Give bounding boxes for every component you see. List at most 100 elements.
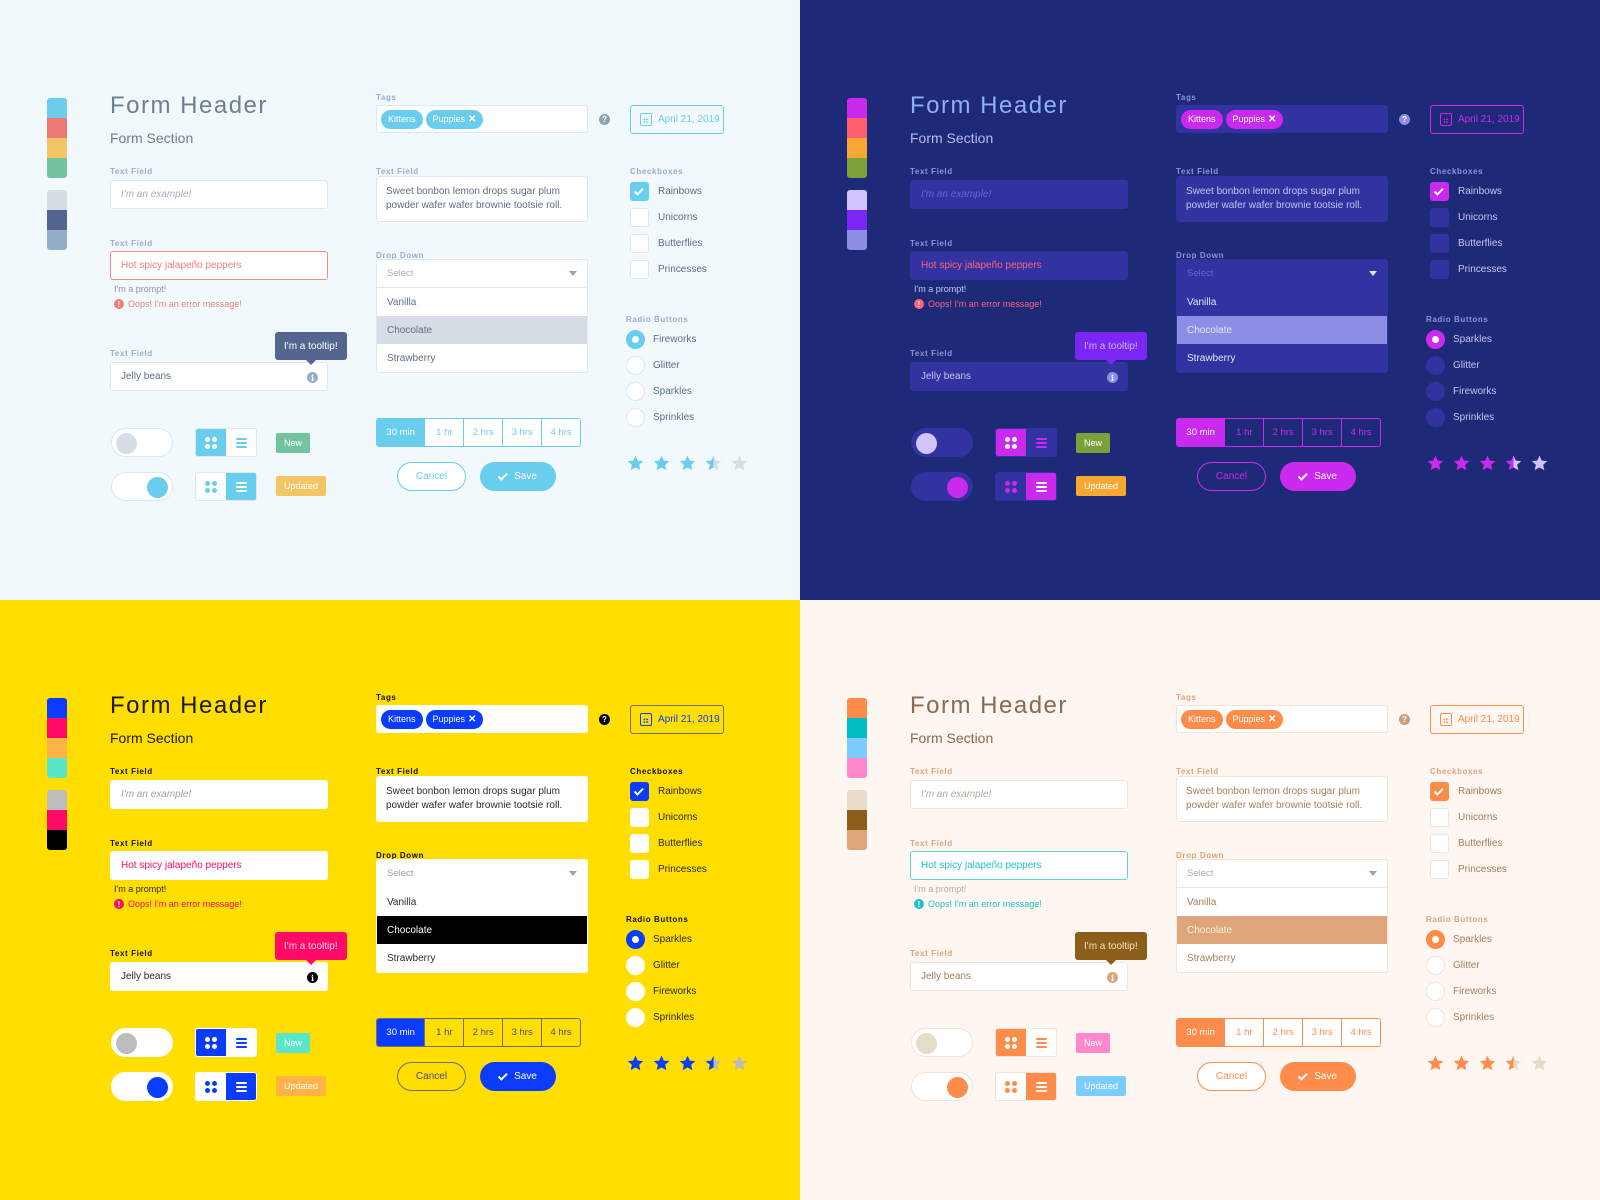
radio-item[interactable]: Glitter bbox=[1426, 956, 1480, 975]
help-icon[interactable]: ? bbox=[1399, 114, 1410, 125]
star-icon[interactable] bbox=[730, 1054, 749, 1073]
dropdown-option[interactable]: Chocolate bbox=[377, 916, 587, 944]
date-picker[interactable]: April 21, 2019 bbox=[630, 705, 724, 734]
grid-view-button[interactable] bbox=[196, 1073, 226, 1100]
star-icon[interactable] bbox=[1478, 1054, 1497, 1073]
radio-button[interactable] bbox=[1426, 1008, 1445, 1027]
duration-option[interactable]: 2 hrs bbox=[1263, 419, 1302, 446]
tag-chip[interactable]: Kittens bbox=[381, 709, 423, 729]
grid-view-button[interactable] bbox=[196, 473, 226, 500]
error-text-input[interactable]: Hot spicy jalapeño peppers bbox=[910, 251, 1128, 280]
duration-option[interactable]: 2 hrs bbox=[463, 419, 503, 446]
radio-button[interactable] bbox=[626, 930, 645, 949]
remove-tag-icon[interactable]: ✕ bbox=[468, 114, 476, 125]
checkbox[interactable] bbox=[630, 182, 649, 201]
checkbox-item[interactable]: Rainbows bbox=[1430, 182, 1502, 201]
star-icon[interactable] bbox=[704, 1054, 723, 1073]
grid-view-button[interactable] bbox=[196, 429, 226, 456]
date-picker[interactable]: April 21, 2019 bbox=[1430, 105, 1524, 134]
radio-item[interactable]: Sprinkles bbox=[1426, 1008, 1494, 1027]
cancel-button[interactable]: Cancel bbox=[1197, 1062, 1266, 1091]
checkbox-item[interactable]: Unicorns bbox=[630, 808, 697, 827]
toggle-off[interactable] bbox=[911, 428, 973, 457]
info-icon[interactable]: i bbox=[307, 972, 318, 983]
checkbox[interactable] bbox=[1430, 208, 1449, 227]
remove-tag-icon[interactable]: ✕ bbox=[1268, 114, 1276, 125]
duration-option[interactable]: 4 hrs bbox=[541, 419, 580, 446]
tags-input[interactable]: Kittens Puppies ✕ bbox=[376, 105, 588, 133]
star-icon[interactable] bbox=[1426, 454, 1445, 473]
cancel-button[interactable]: Cancel bbox=[397, 462, 466, 491]
grid-view-button[interactable] bbox=[996, 1029, 1026, 1056]
star-icon[interactable] bbox=[1452, 454, 1471, 473]
tag-chip[interactable]: Puppies ✕ bbox=[425, 109, 484, 129]
star-icon[interactable] bbox=[1530, 454, 1549, 473]
toggle-off[interactable] bbox=[911, 1028, 973, 1057]
save-button[interactable]: Save bbox=[1280, 1062, 1356, 1091]
duration-option[interactable]: 1 hr bbox=[424, 1019, 463, 1046]
radio-button[interactable] bbox=[1426, 956, 1445, 975]
star-icon[interactable] bbox=[730, 454, 749, 473]
grid-view-button[interactable] bbox=[996, 1073, 1026, 1100]
radio-item[interactable]: Sprinkles bbox=[1426, 408, 1494, 427]
tags-input[interactable]: Kittens Puppies ✕ bbox=[376, 705, 588, 733]
radio-item[interactable]: Glitter bbox=[626, 356, 680, 375]
dropdown-select[interactable]: Select bbox=[377, 260, 587, 288]
checkbox-item[interactable]: Princesses bbox=[1430, 860, 1507, 879]
checkbox[interactable] bbox=[630, 834, 649, 853]
star-rating[interactable] bbox=[1426, 1054, 1549, 1073]
duration-option[interactable]: 3 hrs bbox=[1302, 1019, 1342, 1046]
jelly-beans-input[interactable]: Jelly beans i bbox=[910, 962, 1128, 991]
duration-option[interactable]: 1 hr bbox=[424, 419, 464, 446]
radio-button[interactable] bbox=[626, 382, 645, 401]
dropdown-option[interactable]: Chocolate bbox=[377, 316, 587, 344]
checkbox-item[interactable]: Princesses bbox=[1430, 260, 1507, 279]
radio-item[interactable]: Fireworks bbox=[626, 982, 696, 1001]
checkbox-item[interactable]: Butterflies bbox=[630, 234, 702, 253]
radio-item[interactable]: Sparkles bbox=[1426, 330, 1492, 349]
info-icon[interactable]: i bbox=[1107, 972, 1118, 983]
grid-view-button[interactable] bbox=[996, 429, 1026, 456]
radio-button[interactable] bbox=[626, 356, 645, 375]
grid-view-button[interactable] bbox=[996, 473, 1026, 500]
star-icon[interactable] bbox=[1504, 1054, 1523, 1073]
radio-item[interactable]: Fireworks bbox=[1426, 982, 1496, 1001]
checkbox-item[interactable]: Unicorns bbox=[630, 208, 697, 227]
star-icon[interactable] bbox=[704, 454, 723, 473]
radio-item[interactable]: Sparkles bbox=[626, 382, 692, 401]
radio-button[interactable] bbox=[626, 1008, 645, 1027]
dropdown-option[interactable]: Vanilla bbox=[1177, 888, 1387, 916]
checkbox-item[interactable]: Unicorns bbox=[1430, 808, 1497, 827]
remove-tag-icon[interactable]: ✕ bbox=[468, 714, 476, 725]
checkbox[interactable] bbox=[630, 808, 649, 827]
radio-item[interactable]: Fireworks bbox=[1426, 382, 1496, 401]
checkbox-item[interactable]: Butterflies bbox=[630, 834, 702, 853]
list-view-button[interactable] bbox=[226, 1073, 256, 1100]
checkbox[interactable] bbox=[1430, 234, 1449, 253]
tag-chip[interactable]: Puppies ✕ bbox=[425, 709, 484, 729]
save-button[interactable]: Save bbox=[480, 462, 556, 491]
grid-view-button[interactable] bbox=[196, 1029, 226, 1056]
checkbox[interactable] bbox=[630, 782, 649, 801]
tag-chip[interactable]: Puppies ✕ bbox=[1225, 709, 1284, 729]
radio-item[interactable]: Sprinkles bbox=[626, 1008, 694, 1027]
toggle-on[interactable] bbox=[911, 1072, 973, 1101]
star-icon[interactable] bbox=[678, 1054, 697, 1073]
toggle-on[interactable] bbox=[111, 472, 173, 501]
duration-option[interactable]: 2 hrs bbox=[463, 1019, 502, 1046]
dropdown-select[interactable]: Select bbox=[377, 860, 587, 888]
duration-option[interactable]: 3 hrs bbox=[1302, 419, 1341, 446]
multiline-text-input[interactable]: Sweet bonbon lemon drops sugar plum powd… bbox=[1176, 776, 1388, 822]
checkbox-item[interactable]: Rainbows bbox=[1430, 782, 1502, 801]
duration-option[interactable]: 30 min bbox=[377, 1019, 425, 1046]
example-text-input[interactable]: I'm an example! bbox=[110, 780, 328, 809]
toggle-off[interactable] bbox=[111, 1028, 173, 1057]
checkbox[interactable] bbox=[630, 234, 649, 253]
tags-input[interactable]: Kittens Puppies ✕ bbox=[1176, 105, 1388, 133]
dropdown-option[interactable]: Vanilla bbox=[377, 888, 587, 916]
dropdown-option[interactable]: Strawberry bbox=[377, 944, 587, 972]
multiline-text-input[interactable]: Sweet bonbon lemon drops sugar plum powd… bbox=[376, 776, 588, 822]
radio-item[interactable]: Glitter bbox=[1426, 356, 1480, 375]
checkbox[interactable] bbox=[1430, 860, 1449, 879]
date-picker[interactable]: April 21, 2019 bbox=[1430, 705, 1524, 734]
